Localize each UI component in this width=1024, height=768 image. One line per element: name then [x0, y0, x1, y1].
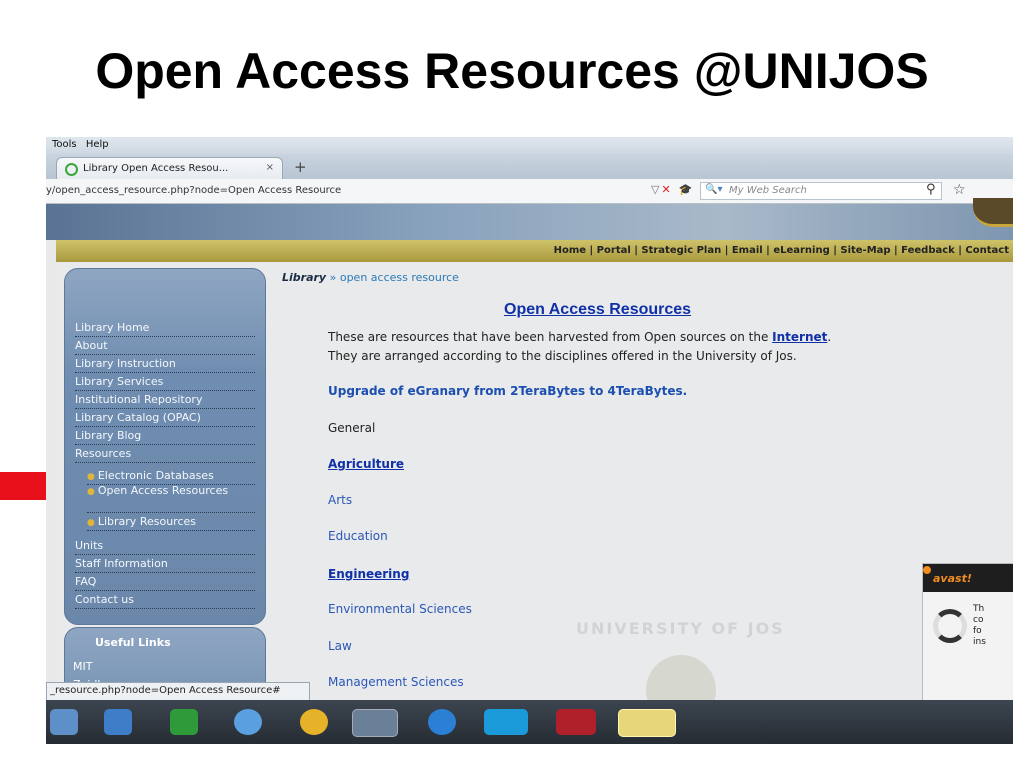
discipline-engineering-link[interactable]: Engineering [328, 567, 409, 581]
discipline-environmental-sciences-link[interactable]: Environmental Sciences [328, 602, 472, 616]
sidebar-subitem-library-resources[interactable]: ● Library Resources [87, 515, 255, 531]
sidebar-item-library-blog[interactable]: Library Blog [75, 429, 255, 445]
avast-logo-icon [923, 566, 931, 574]
upgrade-link[interactable]: Upgrade of eGranary from 2TeraBytes to 4… [328, 384, 687, 398]
breadcrumb-separator: » [326, 271, 340, 284]
breadcrumb-root[interactable]: Library [282, 271, 326, 284]
discipline-law-link[interactable]: Law [328, 639, 352, 653]
skype-icon[interactable] [484, 709, 528, 735]
useful-links-title: Useful Links [95, 636, 171, 649]
bullet-icon: ● [87, 472, 95, 482]
breadcrumb-current[interactable]: open access resource [340, 271, 459, 284]
close-tab-icon[interactable]: × [266, 162, 274, 173]
refresh-icon [933, 609, 967, 643]
sidebar-item-library-catalog[interactable]: Library Catalog (OPAC) [75, 411, 255, 427]
university-logo-icon [973, 198, 1013, 227]
status-url: _resource.php?node=Open Access Resource# [50, 685, 281, 696]
internet-link[interactable]: Internet [772, 330, 827, 344]
sidebar-item-faq[interactable]: FAQ [75, 575, 255, 591]
slide-title: Open Access Resources @UNIJOS [95, 43, 929, 99]
mortarboard-icon[interactable]: 🎓 [679, 183, 693, 196]
search-placeholder: My Web Search [729, 185, 807, 196]
top-nav-links[interactable]: Home | Portal | Strategic Plan | Email |… [554, 245, 1009, 256]
avast-brand: avast! [933, 572, 972, 585]
security-shield-icon[interactable] [618, 709, 676, 737]
folder-icon[interactable] [50, 709, 78, 735]
sidebar-subitem-open-access-resources[interactable]: ● Open Access Resources [87, 485, 255, 513]
navigation-bar: y/open_access_resource.php?node=Open Acc… [46, 179, 1013, 204]
address-controls: ▽ ✕ 🎓 [651, 183, 692, 196]
avast-header: avast! [923, 564, 1013, 592]
stock-chart-icon[interactable] [170, 709, 198, 735]
search-input[interactable]: 🔍▾ My Web Search [700, 182, 942, 200]
sidebar-item-library-instruction[interactable]: Library Instruction [75, 357, 255, 373]
discipline-management-sciences-link[interactable]: Management Sciences [328, 675, 464, 689]
breadcrumb: Library » open access resource [282, 271, 459, 284]
discipline-agriculture-link[interactable]: Agriculture [328, 457, 404, 471]
sidebar-item-contact-us[interactable]: Contact us [75, 593, 255, 609]
media-player-icon[interactable] [104, 709, 132, 735]
sidebar-item-staff-information[interactable]: Staff Information [75, 557, 255, 573]
site-top-nav: Home | Portal | Strategic Plan | Email |… [56, 240, 1013, 262]
network-globe-icon[interactable] [428, 709, 456, 735]
tab-bar: Library Open Access Resou... × + [46, 154, 1013, 180]
stop-icon[interactable]: ✕ [661, 183, 670, 196]
menu-bar: Tools Help [46, 137, 1013, 154]
new-tab-button[interactable]: + [294, 158, 307, 176]
avast-message: Th co fo ins [973, 604, 986, 647]
tab-label: Library Open Access Resou... [83, 163, 229, 174]
watermark-text: UNIVERSITY OF JOS [576, 619, 785, 638]
browser-screenshot: Tools Help Library Open Access Resou... … [46, 137, 1013, 744]
address-bar[interactable]: y/open_access_resource.php?node=Open Acc… [46, 185, 341, 196]
useful-link-mit[interactable]: MIT [73, 660, 92, 673]
bullet-icon: ● [87, 518, 95, 528]
taskbar [46, 700, 1013, 744]
sidebar: Library Home About Library Instruction L… [64, 268, 266, 625]
sidebar-item-institutional-repository[interactable]: Institutional Repository [75, 393, 255, 409]
search-engine-icon[interactable]: 🔍▾ [705, 184, 722, 195]
dropdown-arrow-icon[interactable]: ▽ [651, 183, 659, 196]
discipline-education-link[interactable]: Education [328, 529, 388, 543]
menu-tools[interactable]: Tools [52, 139, 77, 150]
mcafee-icon[interactable] [556, 709, 596, 735]
page-title[interactable]: Open Access Resources [504, 301, 691, 319]
sidebar-item-library-services[interactable]: Library Services [75, 375, 255, 391]
sidebar-item-resources[interactable]: Resources [75, 447, 255, 463]
bullet-icon: ● [87, 487, 95, 497]
menu-help[interactable]: Help [86, 139, 109, 150]
tab-library-open-access[interactable]: Library Open Access Resou... × [56, 157, 283, 180]
chrome-icon[interactable] [300, 709, 328, 735]
loading-icon [65, 163, 78, 176]
intro-text: These are resources that have been harve… [328, 330, 832, 363]
site-banner [46, 198, 1013, 240]
sidebar-item-about[interactable]: About [75, 339, 255, 355]
sidebar-subitem-electronic-databases[interactable]: ● Electronic Databases [87, 469, 255, 485]
discipline-general: General [328, 421, 376, 435]
wifi-icon[interactable] [234, 709, 262, 735]
firefox-icon[interactable] [352, 709, 398, 737]
sidebar-item-library-home[interactable]: Library Home [75, 321, 255, 337]
discipline-arts-link[interactable]: Arts [328, 493, 352, 507]
status-bar: _resource.php?node=Open Access Resource# [46, 682, 310, 701]
search-icon[interactable]: ⚲ [926, 182, 936, 197]
bookmark-star-icon[interactable]: ☆ [953, 182, 966, 198]
sidebar-item-units[interactable]: Units [75, 539, 255, 555]
avast-popup[interactable]: avast! Th co fo ins [922, 563, 1013, 710]
